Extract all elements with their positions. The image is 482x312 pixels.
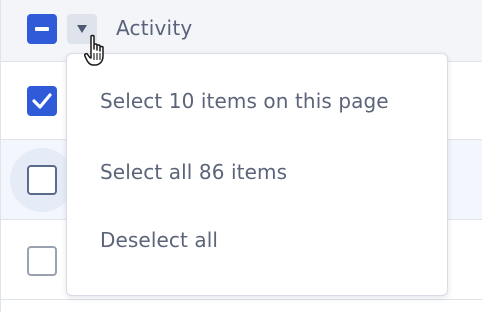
check-icon	[32, 93, 52, 109]
hand-pointer-icon	[84, 34, 104, 66]
caret-down-icon	[77, 25, 87, 33]
select-all-checkbox[interactable]	[27, 14, 57, 44]
column-header-activity[interactable]: Activity	[116, 16, 192, 40]
row-checkbox[interactable]	[27, 86, 57, 116]
row-checkbox[interactable]	[27, 165, 57, 195]
menu-item-select-all[interactable]: Select all 86 items	[100, 160, 287, 184]
menu-item-deselect-all[interactable]: Deselect all	[100, 228, 218, 252]
menu-item-select-page[interactable]: Select 10 items on this page	[100, 89, 389, 113]
data-table: Activity Select 10 items on this page Se…	[0, 0, 482, 312]
bulk-select-menu: Select 10 items on this page Select all …	[66, 53, 448, 296]
minus-icon	[35, 27, 49, 31]
row-checkbox[interactable]	[27, 246, 57, 276]
